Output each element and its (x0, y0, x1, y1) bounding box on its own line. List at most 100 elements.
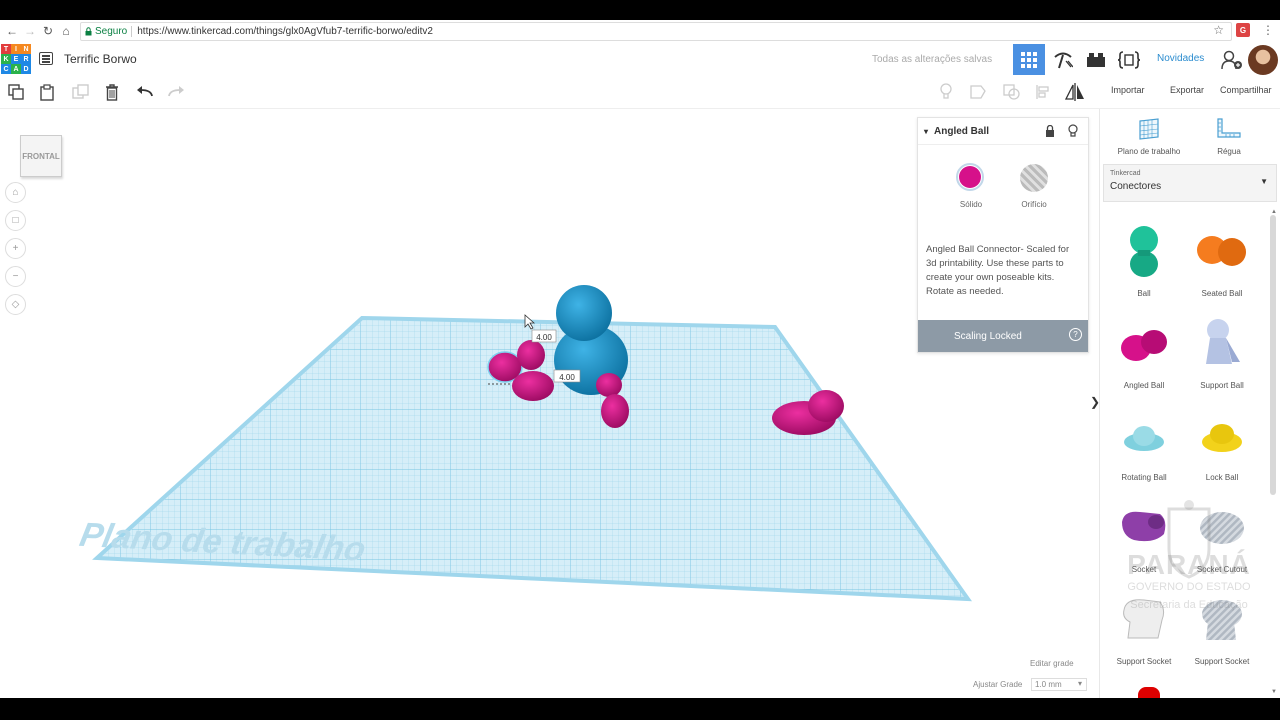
shape-label: Lock Ball (1205, 473, 1239, 482)
caret-down-icon: ▼ (1260, 177, 1268, 186)
import-button[interactable]: Importar (1111, 85, 1145, 95)
hole-label: Orifício (1021, 200, 1047, 209)
code-blocks-button[interactable] (1113, 44, 1145, 75)
logo-letter: R (21, 54, 31, 64)
ball-shape-icon (1130, 226, 1158, 277)
workplane-tool[interactable]: Plano de trabalho (1114, 117, 1184, 156)
pink-leg-left[interactable] (512, 371, 554, 401)
logo-letter: A (11, 64, 21, 74)
trash-icon (106, 83, 118, 101)
pink-leg-right-top[interactable] (596, 373, 622, 397)
3d-view-button[interactable] (1013, 44, 1045, 75)
workplane-tool-label: Plano de trabalho (1117, 147, 1181, 156)
bookmark-star-icon[interactable]: ☆ (1213, 23, 1224, 37)
browser-menu-icon[interactable]: ⋮ (1262, 23, 1274, 37)
ruler-tool-label: Régua (1217, 147, 1241, 156)
group-button[interactable] (967, 81, 989, 103)
edit-grid-button[interactable]: Editar grade (1030, 659, 1074, 668)
back-icon[interactable]: ← (3, 24, 21, 38)
logo-letter: T (1, 44, 11, 54)
designs-menu-icon[interactable] (39, 52, 53, 65)
paste-button[interactable] (36, 81, 58, 103)
shape-label: Support Socket (1194, 657, 1250, 666)
shape-angled-ball[interactable]: Angled Ball (1104, 316, 1184, 390)
caret-down-icon: ▾ (1077, 679, 1082, 688)
lightbulb-icon (1068, 124, 1078, 137)
bottom-letterbox (0, 698, 1280, 720)
add-user-button[interactable] (1216, 44, 1248, 75)
home-icon[interactable]: ⌂ (57, 24, 75, 38)
shape-support-ball[interactable]: Support Ball (1182, 316, 1262, 390)
shape-name[interactable]: Angled Ball (934, 126, 989, 137)
next-shape-preview[interactable] (1138, 687, 1160, 698)
pink-angled-ball-2-part[interactable] (808, 390, 844, 422)
export-button[interactable]: Exportar (1170, 85, 1204, 95)
url-text: https://www.tinkercad.com/things/glx0AgV… (137, 26, 433, 37)
government-watermark: PARANÁ GOVERNO DO ESTADO Secretaria da E… (1114, 499, 1264, 611)
ruler-icon (1217, 118, 1241, 138)
reload-icon[interactable]: ↻ (39, 24, 57, 38)
collapse-caret-icon[interactable]: ▾ (924, 127, 928, 136)
shape-label: Seated Ball (1201, 289, 1243, 298)
watermark-subtitle: GOVERNO DO ESTADO (1127, 581, 1251, 593)
delete-button[interactable] (101, 81, 123, 103)
news-link[interactable]: Novidades (1157, 53, 1204, 64)
shape-rotating-ball[interactable]: Rotating Ball (1104, 408, 1184, 482)
solid-label: Sólido (959, 200, 983, 209)
shape-lock-ball[interactable]: Lock Ball (1182, 408, 1262, 482)
address-bar[interactable]: Seguro https://www.tinkercad.com/things/… (80, 22, 1232, 41)
share-button[interactable]: Compartilhar (1220, 85, 1272, 95)
dimension-label-side[interactable]: 4.00 (559, 373, 575, 382)
redo-button[interactable] (165, 81, 187, 103)
shape-label: Ball (1137, 289, 1151, 298)
rotating-ball-shape-icon (1124, 426, 1164, 451)
workplane-icon (1139, 118, 1159, 140)
angled-ball-shape-icon (1121, 330, 1167, 361)
angled-ball-selected-part[interactable] (517, 340, 545, 370)
ruler-tool[interactable]: Régua (1194, 117, 1264, 156)
extension-icon[interactable]: G (1236, 23, 1250, 37)
secure-label: Seguro (95, 26, 128, 37)
pink-leg-right-bottom[interactable] (601, 394, 629, 428)
shape-ball[interactable]: Ball (1104, 224, 1184, 298)
align-button[interactable] (1033, 81, 1055, 103)
copy-button[interactable] (5, 81, 27, 103)
tinkercad-logo[interactable]: T I N K E R C A D (1, 44, 31, 74)
hole-swatch[interactable] (1020, 164, 1048, 192)
scroll-down-icon[interactable]: ▼ (1271, 689, 1277, 695)
grid-icon (1021, 51, 1037, 68)
bricks-view-button[interactable] (1080, 44, 1112, 75)
library-dropdown[interactable]: Tinkercad Conectores ▼ (1103, 164, 1277, 202)
mirror-button[interactable] (1064, 81, 1086, 103)
visibility-button[interactable] (1068, 124, 1078, 141)
ungroup-button[interactable] (1001, 81, 1023, 103)
inspector-header: ▾ Angled Ball (918, 118, 1088, 145)
clipboard-icon (40, 83, 54, 101)
blocks-view-button[interactable] (1047, 44, 1079, 75)
duplicate-button[interactable] (69, 81, 91, 103)
undo-button[interactable] (134, 81, 156, 103)
project-title[interactable]: Terrific Borwo (64, 52, 137, 66)
help-icon[interactable]: ? (1069, 328, 1082, 341)
lock-icon (1046, 124, 1054, 137)
shape-seated-ball[interactable]: Seated Ball (1182, 224, 1262, 298)
lightbulb-icon (940, 83, 952, 99)
note-button[interactable] (935, 81, 957, 103)
lock-button[interactable] (1045, 124, 1055, 140)
watermark-title: PARANÁ (1127, 549, 1251, 580)
blue-ball-head[interactable] (556, 285, 612, 341)
dimension-label-top[interactable]: 4.00 (536, 333, 552, 342)
library-name: Conectores (1110, 181, 1162, 192)
shape-label: Angled Ball (1123, 381, 1165, 390)
forward-icon[interactable]: → (21, 24, 39, 38)
shape-label: Rotating Ball (1121, 473, 1167, 482)
user-avatar[interactable] (1248, 45, 1278, 75)
scroll-up-icon[interactable]: ▲ (1271, 209, 1277, 215)
grid-snap-select[interactable]: 1.0 mm ▾ (1031, 678, 1087, 691)
solid-swatch[interactable] (956, 163, 984, 191)
undo-icon (137, 86, 153, 97)
shape-label: Support Socket (1116, 657, 1172, 666)
logo-letter: K (1, 54, 11, 64)
secure-indicator[interactable]: Seguro (85, 26, 127, 37)
panel-scrollbar[interactable] (1270, 215, 1276, 495)
